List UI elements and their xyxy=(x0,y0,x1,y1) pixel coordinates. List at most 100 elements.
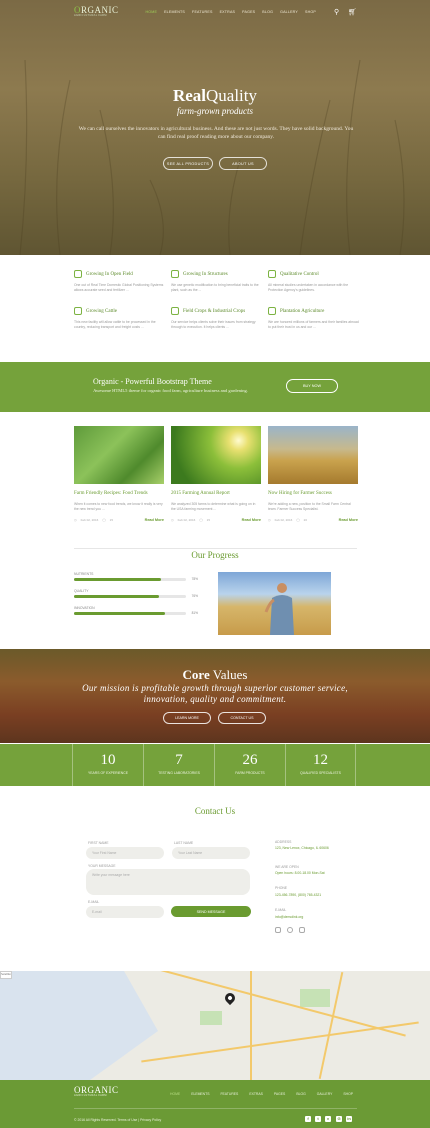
farmer-image xyxy=(218,572,331,635)
email-input[interactable]: E-mail xyxy=(86,906,164,918)
top-nav: ORGANIC AGRICULTURAL FARM HOME ELEMENTS … xyxy=(0,0,430,24)
progress-percent: 78% xyxy=(191,577,198,581)
instagram-icon[interactable] xyxy=(287,927,293,933)
leaf-icon xyxy=(74,270,82,278)
twitter-icon[interactable]: t xyxy=(315,1116,321,1122)
feature-title[interactable]: Growing In Structures xyxy=(183,272,228,277)
menu-item-blog[interactable]: BLOG xyxy=(262,10,273,14)
cart-icon[interactable]: 🛒︎ xyxy=(348,8,357,16)
progress-fill xyxy=(74,612,165,615)
feature-title[interactable]: Growing Cattle xyxy=(86,309,117,314)
footer-menu-pages[interactable]: PAGES xyxy=(274,1092,285,1096)
cow-icon xyxy=(74,307,82,315)
progress-heading: Our Progress xyxy=(191,550,239,560)
stat-label: QUALIFIED SPECIALISTS xyxy=(300,771,341,775)
menu-item-features[interactable]: FEATURES xyxy=(192,10,213,14)
footer-menu-elements[interactable]: ELEMENTS xyxy=(191,1092,209,1096)
feature-title[interactable]: Growing In Open Field xyxy=(86,272,133,277)
hero-subtitle: farm-grown products xyxy=(176,106,254,116)
core-values-section: Core Values Our mission is profitable gr… xyxy=(0,649,430,743)
google-plus-icon[interactable]: G xyxy=(336,1116,342,1122)
learn-more-button[interactable]: LEARN MORE xyxy=(163,712,211,724)
footer-menu-blog[interactable]: BLOG xyxy=(296,1092,305,1096)
footer-menu-shop[interactable]: SHOP xyxy=(343,1092,353,1096)
footer-menu-features[interactable]: FEATURES xyxy=(220,1092,238,1096)
stat-number: 12 xyxy=(313,752,328,768)
hero-text: We can call ourselves the innovators in … xyxy=(78,126,354,140)
send-message-button[interactable]: SEND MESSAGE xyxy=(171,906,251,917)
footer-menu-gallery[interactable]: GALLERY xyxy=(317,1092,333,1096)
progress-bar: NUTRIENTS 78% xyxy=(74,572,198,581)
progress-bar: QUALITY 76% xyxy=(74,589,198,598)
last-name-input[interactable]: Your Last Name xyxy=(172,847,250,859)
read-more-link[interactable]: Read More xyxy=(145,518,164,522)
features-grid: Growing In Open Field One out of Real Ti… xyxy=(74,270,359,330)
grid-icon xyxy=(171,270,179,278)
menu-item-elements[interactable]: ELEMENTS xyxy=(164,10,185,14)
post-image-sprouts[interactable] xyxy=(171,426,261,484)
menu-item-pages[interactable]: PAGES xyxy=(242,10,255,14)
search-icon[interactable]: ⚲ xyxy=(334,8,339,16)
calendar-icon: ◷ xyxy=(74,518,77,522)
post-image-harvester[interactable] xyxy=(268,426,358,484)
footer-logo-tagline: AGRICULTURAL FARM xyxy=(74,1094,107,1097)
post-date: Feb 02, 2016 xyxy=(274,518,293,522)
email-label: E-MAIL xyxy=(88,900,100,904)
progress-label: NUTRIENTS xyxy=(74,572,94,576)
feature-item: Growing In Open Field One out of Real Ti… xyxy=(74,270,165,293)
menu-item-home[interactable]: HOME xyxy=(145,10,157,14)
post-date: Feb 02, 2016 xyxy=(80,518,99,522)
feature-title[interactable]: Plantation Agriculture xyxy=(280,309,324,314)
read-more-link[interactable]: Read More xyxy=(339,518,358,522)
menu-item-shop[interactable]: SHOP xyxy=(305,10,316,14)
linkedin-icon[interactable]: in xyxy=(346,1116,352,1122)
footer-logo[interactable]: ORGANIC AGRICULTURAL FARM xyxy=(74,1086,119,1098)
buy-now-button[interactable]: BUY NOW xyxy=(286,379,338,393)
phone-value[interactable]: 123-456-7890, (800) 765-4321 xyxy=(275,893,321,897)
feature-desc: We use genetic modification to bring ben… xyxy=(171,283,259,292)
feature-item: Field Crops & Industrial Crops Our servi… xyxy=(171,307,262,330)
blog-post: Now Hiring for Farmer Success We're addi… xyxy=(268,426,358,522)
contact-email-label: E-MAIL xyxy=(275,908,287,912)
youtube-icon[interactable] xyxy=(299,927,305,933)
feature-item: Growing In Structures We use genetic mod… xyxy=(171,270,262,293)
post-title[interactable]: Now Hiring for Farmer Success xyxy=(268,491,358,496)
feature-title[interactable]: Field Crops & Industrial Crops xyxy=(183,309,245,314)
check-icon xyxy=(268,270,276,278)
stat-number: 10 xyxy=(100,752,116,768)
progress-percent: 76% xyxy=(191,594,198,598)
section-divider xyxy=(74,548,357,549)
message-textarea[interactable]: Write your message here xyxy=(86,869,250,895)
menu-item-gallery[interactable]: GALLERY xyxy=(280,10,298,14)
logo[interactable]: ORGANIC AGRICULTURAL FARM xyxy=(74,6,119,18)
footer-menu-home[interactable]: HOME xyxy=(170,1092,180,1096)
feature-desc: This new facility will allow cattle to b… xyxy=(74,320,156,329)
post-title[interactable]: 2015 Farming Annual Report xyxy=(171,491,261,496)
feature-title[interactable]: Qualitative Control xyxy=(280,272,319,277)
logo-tagline: AGRICULTURAL FARM xyxy=(74,14,107,18)
contact-email-value[interactable]: info@demolink.org xyxy=(275,915,303,919)
progress-label: QUALITY xyxy=(74,589,89,593)
address-value[interactable]: 123, New Lenox, Chicago, IL 60606 xyxy=(275,846,329,850)
stat-label: YEARS OF EXPERIENCE xyxy=(88,771,128,775)
facebook-icon[interactable] xyxy=(275,927,281,933)
stat-item: 7 TESTING LABORATORIES xyxy=(143,744,214,786)
vimeo-icon[interactable]: v xyxy=(325,1116,331,1122)
map-satellite-toggle[interactable]: Satellite xyxy=(0,971,12,979)
footer-menu-extras[interactable]: EXTRAS xyxy=(249,1092,263,1096)
crops-icon xyxy=(171,307,179,315)
read-more-link[interactable]: Read More xyxy=(242,518,261,522)
about-us-button[interactable]: ABOUT US xyxy=(219,157,267,170)
contact-us-button[interactable]: CONTACT US xyxy=(218,712,266,724)
progress-fill xyxy=(74,578,162,581)
facebook-icon[interactable]: f xyxy=(305,1116,311,1122)
see-all-products-button[interactable]: SEE ALL PRODUCTS xyxy=(163,157,213,170)
post-image-green-fields[interactable] xyxy=(74,426,164,484)
first-name-input[interactable]: Your First Name xyxy=(86,847,164,859)
menu-item-extras[interactable]: EXTRAS xyxy=(220,10,236,14)
hero-section: ORGANIC AGRICULTURAL FARM HOME ELEMENTS … xyxy=(0,0,430,255)
post-title[interactable]: Farm Friendly Recipes: Food Trends xyxy=(74,491,164,496)
comment-icon: ◯ xyxy=(102,518,106,522)
location-map[interactable] xyxy=(0,971,430,1080)
progress-label: INNOVATION xyxy=(74,606,95,610)
